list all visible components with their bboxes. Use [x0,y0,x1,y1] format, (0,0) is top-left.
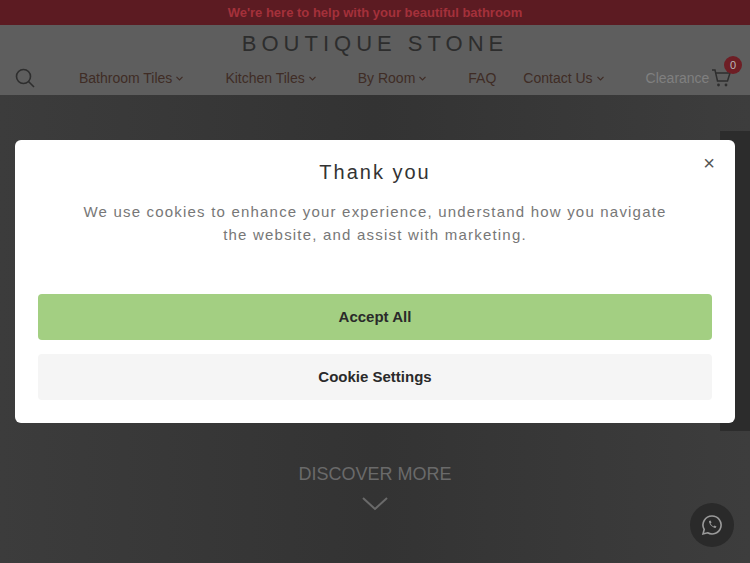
nav-label: Bathroom Tiles [79,68,172,89]
whatsapp-button[interactable] [690,503,734,547]
chevron-icon [419,76,426,81]
nav-label: FAQ [468,68,496,89]
announcement-text: We're here to help with your beautiful b… [228,3,523,23]
nav-item[interactable]: FAQ [468,68,496,89]
cart-badge: 0 [724,56,742,74]
nav-label: Contact Us [523,68,592,89]
close-button[interactable]: × [699,152,719,174]
nav-item[interactable]: Clearance [646,68,710,89]
nav-label: By Room [358,68,416,89]
header: BOUTIQUE STONE Bathroom Tiles Kitchen Til… [0,25,750,95]
dialog-title: Thank you [319,160,430,184]
logo[interactable]: BOUTIQUE STONE [242,33,508,55]
nav-label: Kitchen Tiles [225,68,304,89]
dialog-message: We use cookies to enhance your experienc… [75,200,675,246]
chevron-icon [176,76,183,81]
cookie-dialog: × Thank you We use cookies to enhance yo… [15,140,735,423]
chevron-icon [597,76,604,81]
nav-item[interactable]: By Room [358,68,442,89]
chevron-down-icon[interactable] [362,497,388,511]
nav-label: Clearance [646,68,710,89]
search-icon[interactable] [15,68,35,88]
chevron-icon [309,76,316,81]
whatsapp-icon [701,514,723,536]
main-nav: Bathroom Tiles Kitchen Tiles By Room FAQ Con… [79,68,709,89]
cart[interactable]: 0 [711,68,733,88]
announcement-bar: We're here to help with your beautiful b… [0,0,750,25]
discover-more[interactable]: DISCOVER MORE [298,465,451,483]
nav-item[interactable]: Kitchen Tiles [225,68,330,89]
nav-item[interactable]: Contact Us [523,68,618,89]
accept-all-button[interactable]: Accept All [38,294,712,340]
cookie-settings-button[interactable]: Cookie Settings [38,354,712,400]
nav-item[interactable]: Bathroom Tiles [79,68,198,89]
